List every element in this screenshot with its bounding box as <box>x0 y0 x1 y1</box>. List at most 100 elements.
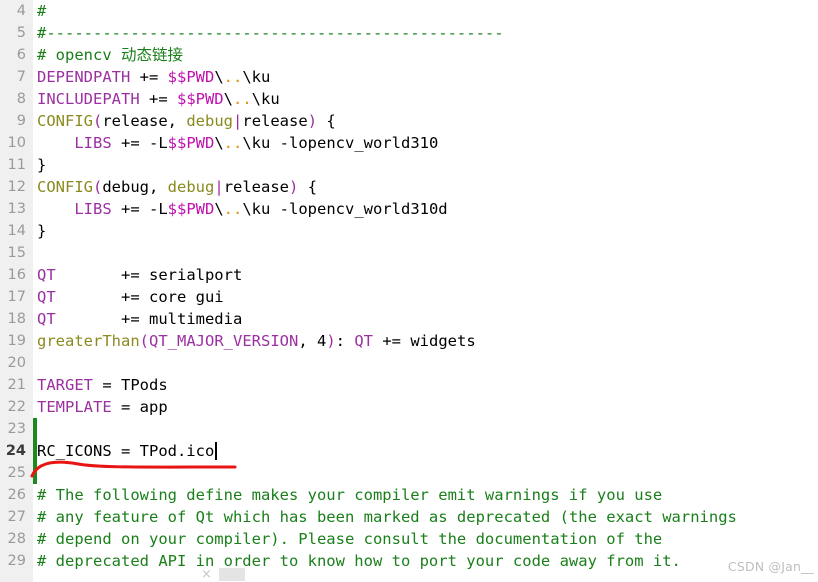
token-variable: LIBS <box>74 134 112 152</box>
line-number: 14 <box>7 223 26 239</box>
code-text[interactable]: } <box>37 154 46 176</box>
code-line[interactable]: 27 # any feature of Qt which has been mar… <box>0 506 818 528</box>
line-number: 26 <box>7 487 26 503</box>
code-text[interactable]: LIBS += -L$$PWD\..\ku -lopencv_world310d <box>37 198 447 220</box>
code-line[interactable]: 17 QT += core gui <box>0 286 818 308</box>
code-editor[interactable]: 4 #5 #------------------------------------… <box>0 0 818 582</box>
code-text[interactable]: QT += core gui <box>37 286 224 308</box>
code-text[interactable]: RC_ICONS = TPod.ico <box>37 440 214 462</box>
line-number: 5 <box>16 25 26 41</box>
widget-input-box[interactable] <box>219 568 245 581</box>
token-plain: release <box>242 112 308 130</box>
code-line[interactable]: 8 INCLUDEPATH += $$PWD\..\ku <box>0 88 818 110</box>
code-text[interactable]: TARGET = TPods <box>37 374 168 396</box>
line-number: 28 <box>7 531 26 547</box>
token-path_dots: .. <box>223 68 243 86</box>
code-text[interactable]: # opencv 动态链接 <box>37 44 183 66</box>
code-line[interactable]: 6 # opencv 动态链接 <box>0 44 818 66</box>
line-number: 7 <box>16 69 26 85</box>
token-path_dots: .. <box>223 134 243 152</box>
code-line[interactable]: 28 # depend on your compiler). Please con… <box>0 528 818 550</box>
code-text[interactable]: INCLUDEPATH += $$PWD\..\ku <box>37 88 280 110</box>
code-text[interactable]: TEMPLATE = app <box>37 396 168 418</box>
code-line[interactable]: 15 <box>0 242 818 264</box>
token-plain: { <box>298 178 318 196</box>
token-plain: : <box>335 332 355 350</box>
token-plain: \ku <box>242 68 271 86</box>
code-text[interactable]: # depend on your compiler). Please consu… <box>37 528 662 550</box>
line-number: 6 <box>16 47 26 63</box>
line-number: 17 <box>7 289 26 305</box>
line-number: 12 <box>7 179 26 195</box>
token-path_dots: .. <box>223 200 243 218</box>
csdn-watermark: CSDN @Jan__ <box>727 559 814 574</box>
code-text[interactable]: DEPENDPATH += $$PWD\..\ku <box>37 66 270 88</box>
code-line[interactable]: 23 <box>0 418 818 440</box>
token-plain: \ <box>223 90 233 108</box>
code-line[interactable]: 16 QT += serialport <box>0 264 818 286</box>
line-number: 10 <box>7 135 26 151</box>
code-text[interactable]: # <box>37 0 46 22</box>
code-line[interactable]: 10 LIBS += -L$$PWD\..\ku -lopencv_world3… <box>0 132 818 154</box>
code-text[interactable]: } <box>37 220 46 242</box>
token-function: CONFIG <box>37 178 93 196</box>
token-plain: , 4 <box>298 332 327 350</box>
line-number: 8 <box>16 91 26 107</box>
line-number: 16 <box>7 267 26 283</box>
token-function: debug <box>167 178 215 196</box>
code-line[interactable]: 7 DEPENDPATH += $$PWD\..\ku <box>0 66 818 88</box>
token-comment: # The following define makes your compil… <box>37 486 663 504</box>
code-line[interactable]: 21 TARGET = TPods <box>0 374 818 396</box>
token-variable: QT <box>354 332 373 350</box>
token-comment: # any feature of Qt which has been marke… <box>37 508 737 526</box>
code-lines-container[interactable]: 4 #5 #------------------------------------… <box>0 0 818 572</box>
token-pwd_var: $$PWD <box>167 134 215 152</box>
token-comment: # <box>37 2 47 20</box>
code-line[interactable]: 4 # <box>0 0 818 22</box>
line-number: 29 <box>7 553 26 569</box>
close-icon[interactable]: × <box>200 568 213 581</box>
code-line[interactable]: 9 CONFIG(release, debug|release) { <box>0 110 818 132</box>
code-line[interactable]: 24 RC_ICONS = TPod.ico <box>0 440 818 462</box>
bottom-floating-widget[interactable]: × <box>200 568 245 581</box>
line-number: 15 <box>7 245 26 261</box>
token-plain: \ku -lopencv_world310 <box>242 134 439 152</box>
token-plain: = TPods <box>93 376 168 394</box>
code-line[interactable]: 11} <box>0 154 818 176</box>
token-variable: INCLUDEPATH <box>37 90 140 108</box>
code-text[interactable]: # any feature of Qt which has been marke… <box>37 506 737 528</box>
code-line[interactable]: 22 TEMPLATE = app <box>0 396 818 418</box>
code-line[interactable]: 13 LIBS += -L$$PWD\..\ku -lopencv_world3… <box>0 198 818 220</box>
code-line[interactable]: 19 greaterThan(QT_MAJOR_VERSION, 4): QT +… <box>0 330 818 352</box>
code-text[interactable]: QT += multimedia <box>37 308 242 330</box>
line-number: 4 <box>16 3 26 19</box>
token-pwd_var: $$PWD <box>167 68 215 86</box>
code-line[interactable]: 29 # deprecated API in order to know how … <box>0 550 818 572</box>
token-plain: += -L <box>111 200 168 218</box>
code-text[interactable]: CONFIG(debug, debug|release) { <box>37 176 317 198</box>
code-text[interactable]: # The following define makes your compil… <box>37 484 662 506</box>
code-text[interactable]: #---------------------------------------… <box>37 22 504 44</box>
token-plain: release <box>223 178 290 196</box>
code-line[interactable]: 12 CONFIG(debug, debug|release) { <box>0 176 818 198</box>
code-text[interactable]: LIBS += -L$$PWD\..\ku -lopencv_world310 <box>37 132 438 154</box>
token-function: greaterThan <box>37 332 140 350</box>
code-line[interactable]: 25 <box>0 462 818 484</box>
code-text[interactable]: # deprecated API in order to know how to… <box>37 550 681 572</box>
token-pwd_var: $$PWD <box>176 90 224 108</box>
code-text[interactable]: greaterThan(QT_MAJOR_VERSION, 4): QT += … <box>37 330 476 352</box>
token-path_dots: .. <box>233 90 252 108</box>
code-line[interactable]: 18 QT += multimedia <box>0 308 818 330</box>
code-line[interactable]: 20 <box>0 352 818 374</box>
code-line[interactable]: 5 #--------------------------------------… <box>0 22 818 44</box>
token-punctuation: | <box>214 178 224 196</box>
token-punctuation: ( <box>93 178 103 196</box>
token-variable: QT <box>37 288 56 306</box>
token-plain: += core gui <box>55 288 224 306</box>
code-line[interactable]: 26 # The following define makes your comp… <box>0 484 818 506</box>
code-text[interactable]: QT += serialport <box>37 264 242 286</box>
code-text[interactable]: CONFIG(release, debug|release) { <box>37 110 336 132</box>
token-comment: #---------------------------------------… <box>37 24 504 42</box>
code-line[interactable]: 14} <box>0 220 818 242</box>
